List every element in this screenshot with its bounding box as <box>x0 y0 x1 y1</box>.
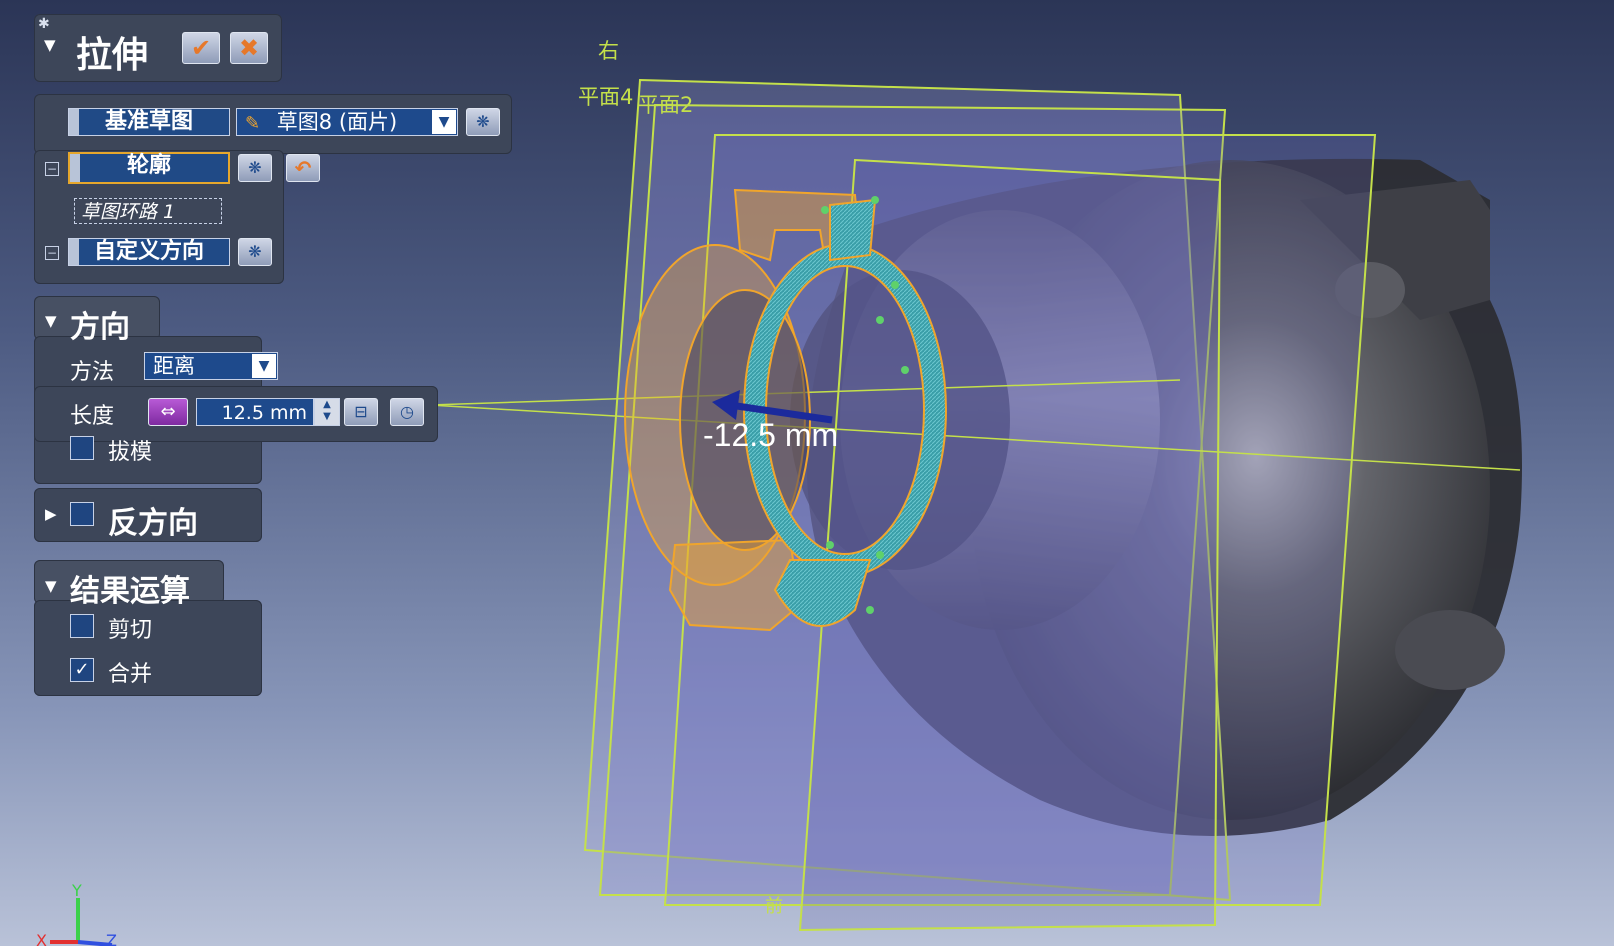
sketch-pencil-icon: ✎ <box>245 113 261 134</box>
axis-triad: Y X Z <box>36 881 117 946</box>
custom-direction-collapse-toggle[interactable]: − <box>45 246 59 260</box>
base-sketch-value: 草图8 (面片) <box>276 110 398 134</box>
profile-select-button[interactable]: ❋ <box>238 154 272 182</box>
close-icon: ✖ <box>238 34 260 62</box>
reverse-header: 反方向 <box>108 506 198 541</box>
select-icon: ❋ <box>476 112 490 131</box>
draft-label: 拔模 <box>108 440 153 465</box>
check-icon: ✔ <box>190 34 212 62</box>
custom-direction-label[interactable]: 自定义方向 <box>68 238 230 266</box>
length-label: 长度 <box>70 404 115 429</box>
result-expand-icon[interactable]: ▼ <box>45 577 57 595</box>
reverse-expand-icon[interactable]: ▶ <box>45 505 57 523</box>
plane-label-front: 前 <box>765 896 783 917</box>
length-option-button[interactable]: ◷ <box>390 398 424 426</box>
profile-item[interactable]: 草图环路 1 <box>74 198 222 224</box>
method-label: 方法 <box>70 360 115 385</box>
base-sketch-select-button[interactable]: ❋ <box>466 108 500 136</box>
collapse-triangle-icon[interactable]: ▼ <box>44 36 56 54</box>
profile-collapse-toggle[interactable]: − <box>45 162 59 176</box>
plane-front[interactable] <box>798 158 1222 932</box>
method-value: 距离 <box>153 354 195 378</box>
plane-label-right: 右 <box>598 39 619 63</box>
undo-icon: ↶ <box>294 156 312 180</box>
profile-label[interactable]: 轮廓 <box>68 152 230 184</box>
base-sketch-dropdown[interactable]: ✎ 草图8 (面片) ▼ <box>236 108 458 136</box>
draft-checkbox[interactable] <box>70 436 94 460</box>
custom-direction-select-button[interactable]: ❋ <box>238 238 272 266</box>
chevron-down-icon[interactable]: ▼ <box>432 110 456 134</box>
ok-button[interactable]: ✔ <box>182 32 220 64</box>
select-icon: ❋ <box>248 242 262 261</box>
ruler-icon: ⊟ <box>354 402 368 421</box>
double-arrow-icon: ⇔ <box>160 401 176 422</box>
dimension-label: -12.5 mm <box>703 417 838 453</box>
length-input[interactable]: 12.5 mm <box>196 398 314 426</box>
cancel-button[interactable]: ✖ <box>230 32 268 64</box>
profile-undo-button[interactable]: ↶ <box>286 154 320 182</box>
axis-x-label: X <box>36 931 47 946</box>
dialog-title-panel: ✱ ▼ 拉伸 ✔ ✖ <box>34 14 282 82</box>
axis-y-label: Y <box>71 881 82 900</box>
cut-checkbox[interactable] <box>70 614 94 638</box>
plane-label-2: 平面2 <box>638 93 693 117</box>
checkmark-icon: ✓ <box>74 659 90 680</box>
direction-header: 方向 <box>70 310 130 345</box>
axis-z-label: Z <box>106 931 117 946</box>
reverse-checkbox[interactable] <box>70 502 94 526</box>
plane-label-4: 平面4 <box>578 85 633 109</box>
result-header: 结果运算 <box>70 574 190 609</box>
chevron-down-icon[interactable]: ▼ <box>252 354 276 378</box>
length-value: 12.5 mm <box>221 402 307 424</box>
pin-icon[interactable]: ✱ <box>38 16 50 32</box>
clock-icon: ◷ <box>400 402 414 421</box>
length-spinner[interactable]: ▲ ▼ <box>314 398 340 426</box>
dialog-title: 拉伸 <box>76 35 149 76</box>
merge-checkbox[interactable]: ✓ <box>70 658 94 682</box>
cut-label: 剪切 <box>108 618 153 643</box>
measure-button[interactable]: ⊟ <box>344 398 378 426</box>
base-sketch-label[interactable]: 基准草图 <box>68 108 230 136</box>
length-mode-button[interactable]: ⇔ <box>148 398 188 426</box>
merge-label: 合并 <box>108 662 153 687</box>
direction-expand-icon[interactable]: ▼ <box>45 312 57 330</box>
select-icon: ❋ <box>248 158 262 177</box>
method-dropdown[interactable]: 距离 ▼ <box>144 352 278 380</box>
